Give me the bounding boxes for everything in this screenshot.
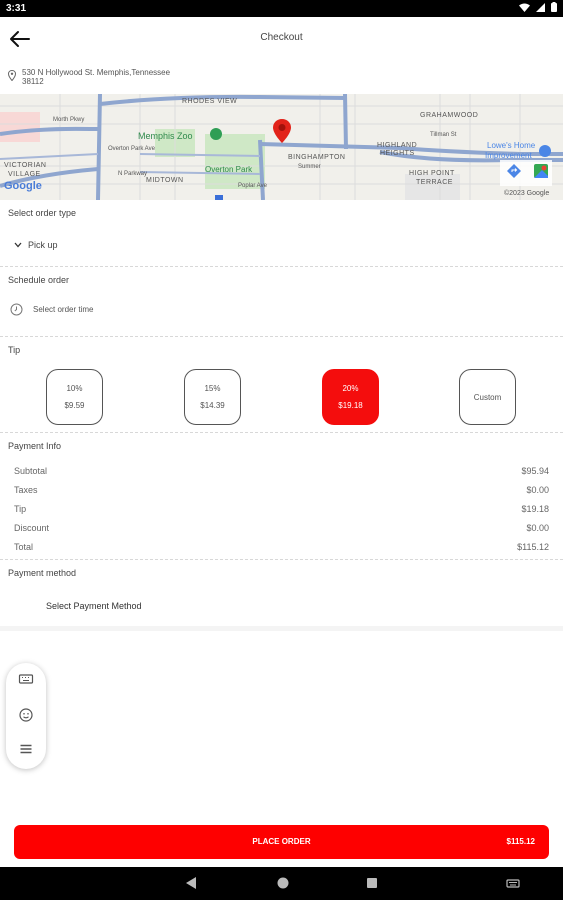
page-title: Checkout	[260, 32, 303, 43]
wifi-icon	[519, 3, 530, 12]
total-value: $115.12	[517, 542, 549, 552]
map-label-victorian: VICTORIAN	[4, 162, 47, 169]
tip-amount: $19.18	[338, 401, 363, 410]
tip-label: Tip	[8, 345, 21, 355]
tip-option-15[interactable]: 15% $14.39	[184, 369, 241, 425]
discount-row: Discount $0.00	[14, 523, 549, 537]
floating-toolbar	[6, 663, 46, 769]
discount-value: $0.00	[526, 523, 549, 533]
tip-percent: 15%	[204, 384, 221, 393]
total-label: Total	[14, 542, 34, 552]
map-marker-icon	[273, 119, 291, 143]
delivery-address: 530 N Hollywood St. Memphis,Tennessee 38…	[8, 66, 408, 90]
battery-icon	[551, 2, 557, 12]
section-separator	[0, 626, 563, 631]
map-label-morth-pkwy: Morth Pkwy	[53, 117, 85, 123]
map-label-binghampton: BINGHAMPTON	[288, 154, 346, 161]
map-label-highland: HIGHLAND	[377, 142, 418, 149]
tip-option-20[interactable]: 20% $19.18	[322, 369, 379, 425]
map-label-heights: HEIGHTS	[380, 150, 415, 157]
address-line-1: 530 N Hollywood St. Memphis,Tennessee	[22, 68, 171, 77]
map-label-overton-park-ave: Overton Park Ave	[108, 146, 155, 152]
divider	[0, 336, 563, 337]
place-order-button[interactable]: PLACE ORDER $115.12	[14, 825, 549, 859]
tip-amount: $9.59	[64, 401, 85, 410]
map-label-poplar-ave: Poplar Ave	[238, 183, 267, 189]
map-label-high-point-1: HIGH POINT	[409, 170, 455, 177]
tip-custom-label: Custom	[473, 392, 502, 402]
map-label-village: VILLAGE	[8, 171, 41, 178]
map-label-rhodes-view: RHODES VIEW	[182, 98, 238, 105]
clock-icon	[10, 303, 23, 316]
nav-recents-icon[interactable]	[366, 876, 378, 890]
divider	[0, 266, 563, 267]
tip-row-value: $19.18	[521, 504, 549, 514]
select-order-time[interactable]: Select order time	[10, 303, 93, 316]
map-label-tillman-st: Tillman St	[430, 132, 457, 138]
map-label-summer: Summer	[298, 164, 321, 170]
tip-option-10[interactable]: 10% $9.59	[46, 369, 103, 425]
schedule-label: Schedule order	[8, 275, 70, 285]
nav-keyboard-icon[interactable]	[506, 876, 520, 890]
map-label-n-parkway: N Parkway	[118, 171, 148, 177]
discount-label: Discount	[14, 523, 50, 533]
map-label-overton-park: Overton Park	[205, 165, 253, 174]
tip-amount: $14.39	[200, 401, 225, 410]
order-type-dropdown[interactable]: Pick up	[14, 240, 58, 250]
taxes-value: $0.00	[526, 485, 549, 495]
map-canvas	[0, 94, 563, 200]
chevron-down-icon	[14, 242, 22, 248]
emoji-icon[interactable]	[18, 707, 34, 723]
app-bar: Checkout	[0, 17, 563, 62]
place-order-amount: $115.12	[506, 837, 535, 846]
order-time-placeholder: Select order time	[33, 305, 94, 314]
nav-home-icon[interactable]	[276, 876, 290, 890]
map-copyright: ©2023 Google	[504, 190, 550, 197]
subtotal-label: Subtotal	[14, 466, 48, 476]
keyboard-icon[interactable]	[18, 671, 34, 687]
location-pin-icon	[8, 70, 16, 81]
map-label-lowes-1: Lowe's Home	[487, 141, 536, 150]
subtotal-value: $95.94	[521, 466, 549, 476]
tip-row-label: Tip	[14, 504, 27, 514]
map-label-high-point-2: TERRACE	[416, 179, 453, 186]
system-navigation-bar	[0, 867, 563, 900]
status-bar: 3:31	[0, 0, 563, 17]
nav-back-icon[interactable]	[185, 876, 197, 890]
order-type-value: Pick up	[28, 240, 58, 250]
order-type-label: Select order type	[8, 208, 77, 218]
subtotal-row: Subtotal $95.94	[14, 466, 549, 480]
map-label-lowes-2: Improvement	[485, 151, 532, 160]
google-logo: Google	[4, 180, 42, 192]
divider	[0, 559, 563, 560]
signal-icon	[536, 2, 545, 12]
taxes-row: Taxes $0.00	[14, 485, 549, 499]
map-view[interactable]: RHODES VIEW GRAHAMWOOD Morth Pkwy Memphi…	[0, 94, 563, 200]
google-maps-icon[interactable]	[533, 163, 549, 179]
map-label-grahamwood: GRAHAMWOOD	[420, 112, 479, 119]
taxes-label: Taxes	[14, 485, 38, 495]
map-label-memphis-zoo: Memphis Zoo	[138, 131, 193, 141]
menu-icon[interactable]	[18, 741, 34, 757]
tip-row: Tip $19.18	[14, 504, 549, 518]
address-line-2: 38112	[22, 77, 44, 86]
tip-percent: 10%	[66, 384, 83, 393]
tip-option-custom[interactable]: Custom	[459, 369, 516, 425]
select-payment-method[interactable]: Select Payment Method	[46, 601, 142, 611]
payment-info-label: Payment Info	[8, 441, 62, 451]
payment-method-label: Payment method	[8, 568, 77, 578]
divider	[0, 432, 563, 433]
directions-icon[interactable]	[506, 163, 522, 179]
tip-percent: 20%	[342, 384, 359, 393]
map-label-midtown: MIDTOWN	[146, 177, 184, 184]
total-row: Total $115.12	[14, 542, 549, 556]
status-time: 3:31	[6, 3, 27, 14]
place-order-label: PLACE ORDER	[252, 837, 311, 846]
